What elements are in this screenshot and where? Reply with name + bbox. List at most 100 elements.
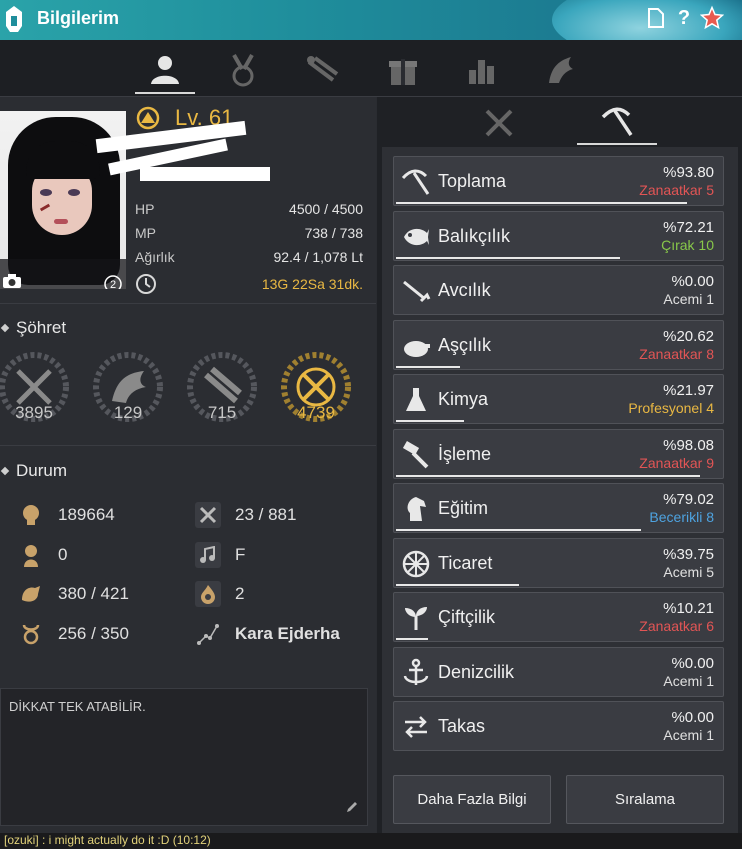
tab-pets[interactable]: [530, 46, 590, 94]
combat-fame-value: 3895: [15, 403, 53, 422]
life-skill-rank: Zanaatkar 9: [639, 454, 714, 471]
document-icon[interactable]: [644, 6, 668, 30]
energy-icon: [18, 581, 44, 607]
life-skill-percent: %72.21: [663, 218, 714, 236]
karma-stat: 0: [18, 542, 67, 568]
playtime-value: 13G 22Sa 31dk.: [261, 276, 363, 292]
life-skill-progress-bar: [396, 256, 620, 259]
life-skill-name: Balıkçılık: [438, 225, 511, 246]
person-icon: [151, 56, 179, 84]
note-text: DİKKAT TEK ATABİLİR.: [9, 699, 146, 714]
life-skill-rank: Becerikli 8: [649, 509, 714, 525]
help-icon[interactable]: ?: [672, 6, 696, 30]
character-note-field[interactable]: DİKKAT TEK ATABİLİR.: [0, 688, 368, 826]
constellation-stat: Kara Ejderha: [195, 621, 340, 647]
life-skill-progress-bar: [396, 365, 460, 368]
life-skill-row[interactable]: Denizcilik %0.00 Acemi 1: [393, 646, 724, 697]
exchange-icon: [400, 711, 432, 743]
life-skill-row[interactable]: Avcılık %0.00 Acemi 1: [393, 265, 724, 315]
life-skill-rank: Acemi 5: [663, 563, 714, 580]
section-divider: [0, 303, 376, 304]
hp-label: HP: [135, 201, 155, 217]
pickaxe-icon: [400, 166, 432, 198]
life-fame-value: 129: [113, 403, 143, 422]
scroll-icon: [307, 56, 339, 82]
portrait-lips: [54, 219, 68, 224]
section-divider: [0, 445, 376, 446]
combat-power-stat: 189664: [18, 502, 115, 528]
skill-subtabs: [377, 97, 742, 147]
chat-line: [ozuki] : i might actually do it :D (10:…: [0, 833, 742, 849]
music-note-icon: [195, 542, 221, 568]
window-titlebar[interactable]: Bilgilerim ?: [0, 0, 742, 40]
combat-power-icon: [18, 502, 44, 528]
music-stat: F: [195, 542, 245, 568]
window-title: Bilgilerim: [37, 8, 120, 28]
fame-title: Şöhret: [16, 318, 67, 337]
life-skill-rank: Zanaatkar 5: [639, 182, 714, 198]
life-skill-name: Toplama: [438, 171, 507, 191]
constellation-value: Kara Ejderha: [235, 624, 340, 643]
contribution-fame-badge[interactable]: 715: [182, 347, 262, 427]
mp-label: MP: [135, 225, 156, 241]
knight-helmet-icon: [6, 6, 22, 32]
constellation-icon: [195, 621, 221, 647]
hp-value: 4500 / 4500: [289, 201, 363, 217]
contribution-value: 256 / 350: [58, 624, 129, 643]
bar-chart-icon: [469, 60, 494, 84]
life-fame-badge[interactable]: 129: [88, 347, 168, 427]
life-skill-name: Çiftçilik: [438, 607, 495, 627]
cooking-pot-icon: [400, 330, 432, 362]
clock-icon: [136, 274, 156, 294]
life-skill-percent: %21.97: [663, 382, 714, 399]
life-skill-row[interactable]: Aşçılık %20.62 Zanaatkar 8: [393, 319, 724, 370]
camera-icon[interactable]: [2, 273, 22, 289]
tab-combat-skills[interactable]: [459, 101, 539, 145]
life-skill-row[interactable]: Eğitim %79.02 Becerikli 8: [393, 483, 724, 533]
fish-icon: [400, 221, 432, 253]
karma-icon: [18, 542, 44, 568]
life-skill-row[interactable]: Takas %0.00 Acemi 1: [393, 701, 724, 751]
life-skill-rank: Acemi 1: [663, 727, 714, 743]
ranking-button[interactable]: Sıralama: [566, 775, 724, 824]
fire-value: 2: [235, 584, 245, 603]
name-redaction: [140, 167, 270, 181]
cp-icon: [195, 502, 221, 528]
life-skill-row[interactable]: Toplama %93.80 Zanaatkar 5: [393, 156, 724, 206]
life-skill-progress-bar: [396, 638, 428, 640]
life-skill-row[interactable]: Kimya %21.97 Profesyonel 4: [393, 374, 724, 424]
life-skill-progress-bar: [396, 420, 464, 422]
life-skill-progress-bar: [396, 474, 700, 477]
life-skill-row[interactable]: İşleme %98.08 Zanaatkar 9: [393, 428, 724, 479]
life-skill-name: Avcılık: [438, 280, 491, 300]
tab-quests[interactable]: [293, 46, 353, 94]
life-skill-row[interactable]: Balıkçılık %72.21 Çırak 10: [393, 210, 724, 261]
life-skill-rank: Acemi 1: [663, 291, 714, 307]
tab-gifts[interactable]: [373, 46, 433, 94]
weight-label: Ağırlık: [135, 249, 175, 265]
favorite-star-icon[interactable]: [700, 5, 724, 30]
tab-statistics[interactable]: [452, 46, 512, 94]
life-skill-name: Aşçılık: [438, 334, 492, 355]
life-skill-name: Denizcilik: [438, 661, 515, 682]
total-fame-badge[interactable]: 4739: [276, 347, 356, 427]
svg-text:2: 2: [110, 279, 116, 289]
tab-profile[interactable]: [135, 46, 195, 94]
total-fame-value: 4739: [297, 403, 335, 422]
life-skill-row[interactable]: Çiftçilik %10.21 Zanaatkar 6: [393, 592, 724, 642]
life-skill-row[interactable]: Ticaret %39.75 Acemi 5: [393, 537, 724, 588]
life-skill-name: İşleme: [438, 443, 492, 464]
tab-life-skills[interactable]: [577, 101, 657, 145]
pencil-icon[interactable]: [345, 800, 359, 817]
life-skill-percent: %0.00: [671, 654, 714, 672]
more-info-button[interactable]: Daha Fazla Bilgi: [393, 775, 551, 824]
combat-fame-badge[interactable]: 3895: [0, 347, 74, 427]
portrait-eye-right: [68, 189, 80, 196]
crossed-swords-icon: [485, 109, 513, 137]
wheel-icon: [400, 548, 432, 580]
life-skill-rank: Çırak 10: [661, 236, 714, 253]
life-skill-name: Eğitim: [438, 498, 489, 518]
life-skill-rank: Zanaatkar 8: [639, 345, 714, 362]
life-skill-percent: %0.00: [671, 709, 714, 726]
tab-achievements[interactable]: [213, 46, 273, 94]
